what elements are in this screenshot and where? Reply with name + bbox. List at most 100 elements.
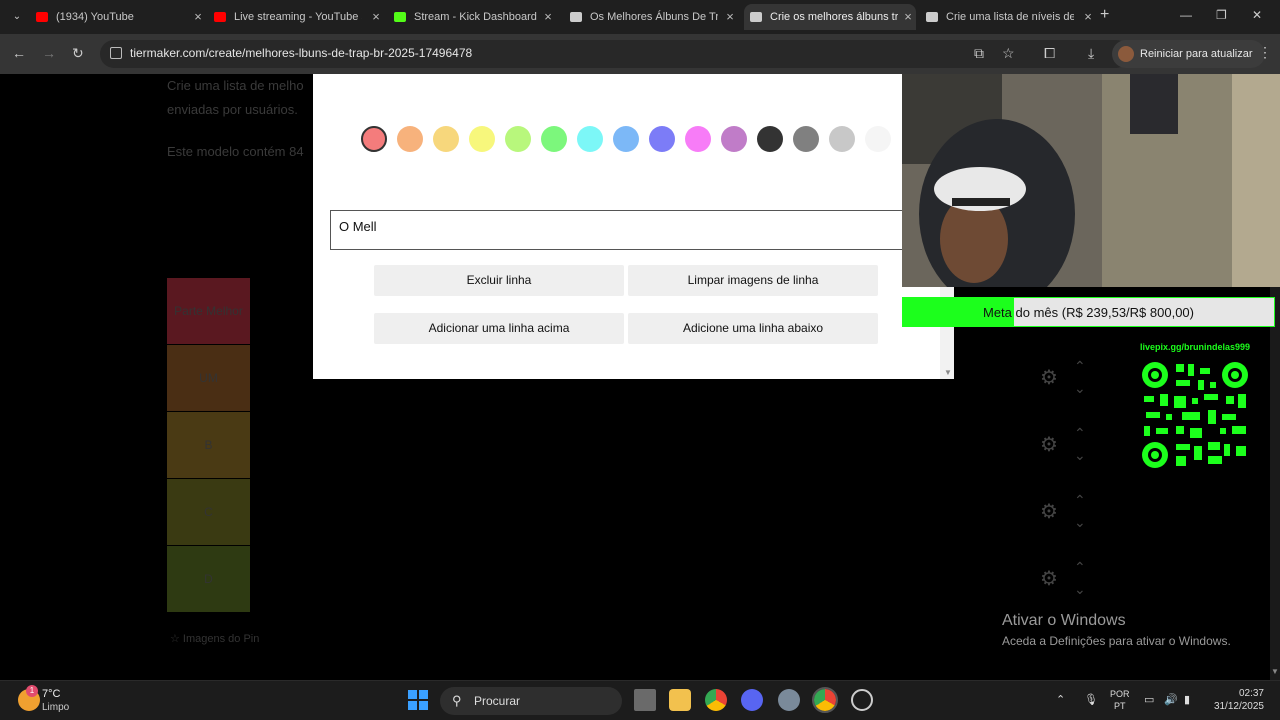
color-swatch[interactable] [577,126,603,152]
color-swatch[interactable] [685,126,711,152]
taskbar-search[interactable]: ⚲ Procurar [440,687,622,715]
tab-crie-lista-niveis[interactable]: Crie uma lista de níveis de × [926,4,1096,30]
extensions-icon[interactable]: ⧠ [1044,45,1055,62]
move-down-icon[interactable]: ⌄ [1074,380,1086,397]
row-label-input[interactable]: O Mell [330,210,910,250]
close-tab-icon[interactable]: × [540,4,556,30]
tier-label-5[interactable]: D [167,546,250,612]
weather-temperature[interactable]: 7°C [42,688,60,700]
color-swatch[interactable] [613,126,639,152]
close-tab-icon[interactable]: × [368,4,384,30]
volume-icon[interactable]: 🔊 [1164,693,1178,706]
chrome-icon[interactable] [705,689,727,711]
tab-kick-dashboard[interactable]: Stream - Kick Dashboard × [394,4,556,30]
discord-icon[interactable] [741,689,763,711]
tab-title: Os Melhores Álbuns De Tra [590,11,718,24]
donation-qr-code [1142,362,1248,468]
color-swatch[interactable] [541,126,567,152]
color-swatch[interactable] [361,126,387,152]
move-up-icon[interactable]: ⌃ [1074,358,1086,375]
move-up-icon[interactable]: ⌃ [1074,492,1086,509]
tier-settings-gear-icon[interactable]: ⚙ [1037,433,1061,457]
close-tab-icon[interactable]: × [1080,4,1096,30]
tier-label-4[interactable]: C [167,479,250,545]
tier-settings-gear-icon[interactable]: ⚙ [1037,366,1061,390]
close-window-icon[interactable]: ✕ [1252,8,1262,22]
system-clock[interactable]: 02:37 31/12/2025 [1200,687,1264,713]
close-tab-icon[interactable]: × [900,4,916,30]
tier-settings-gear-icon[interactable]: ⚙ [1037,567,1061,591]
color-swatch[interactable] [505,126,531,152]
download-icon[interactable]: ⤓ [1088,45,1094,62]
color-swatch[interactable] [649,126,675,152]
tier-label-3[interactable]: B [167,412,250,478]
windows-activation-subtitle: Aceda a Definições para ativar o Windows… [1002,634,1231,648]
tab-title: Crie uma lista de níveis de [946,11,1074,24]
tiermaker-favicon-icon [570,12,582,23]
openai-icon[interactable] [851,689,873,711]
move-down-icon[interactable]: ⌄ [1074,447,1086,464]
battery-icon[interactable]: ▮ [1184,693,1190,706]
file-explorer-icon[interactable] [669,689,691,711]
more-menu-icon[interactable]: ⋮ [1258,44,1272,61]
start-menu-icon[interactable] [408,690,428,710]
chrome-active-icon[interactable] [812,687,838,713]
forward-icon[interactable]: → [42,45,56,61]
add-row-below-button[interactable]: Adicione uma linha abaixo [628,313,878,344]
settings-gear-icon[interactable] [778,689,800,711]
site-info-icon[interactable] [110,47,122,59]
template-info: Este modelo contém 84 [167,144,304,159]
address-toolbar: ← → ↻ tiermaker.com/create/melhores-lbun… [0,34,1280,74]
move-down-icon[interactable]: ⌄ [1074,581,1086,598]
add-row-above-button[interactable]: Adicionar uma linha acima [374,313,624,344]
color-swatch[interactable] [469,126,495,152]
new-tab-icon[interactable]: + [1100,6,1109,24]
minimize-icon[interactable]: — [1180,8,1192,22]
tab-youtube[interactable]: (1934) YouTube × [36,4,206,30]
task-view-icon[interactable] [634,689,656,711]
scroll-down-icon[interactable]: ▼ [944,368,952,377]
tiermaker-favicon-icon [750,12,762,23]
windows-taskbar: 1 7°C Limpo ⚲ Procurar ⌃ 🎙 POR PT ▭ 🔊 ▮ … [0,680,1280,720]
monthly-goal-bar: Meta do mês (R$ 239,53/R$ 800,00) [902,297,1275,327]
color-swatch[interactable] [829,126,855,152]
color-swatch[interactable] [865,126,891,152]
maximize-icon[interactable]: ❐ [1216,8,1227,22]
network-icon[interactable]: ▭ [1144,693,1154,706]
color-swatch[interactable] [397,126,423,152]
tab-title: Stream - Kick Dashboard [414,11,537,24]
reload-icon[interactable]: ↻ [72,45,84,62]
tab-crie-melhores-albuns[interactable]: Crie os melhores álbuns tr × [744,4,916,30]
show-hidden-icons-chevron[interactable]: ⌃ [1056,693,1065,706]
restart-to-update-button[interactable]: Reiniciar para atualizar [1112,40,1265,68]
youtube-favicon-icon [214,12,226,23]
microphone-icon[interactable]: 🎙 [1084,693,1098,706]
back-icon[interactable]: ← [12,45,26,61]
tier-label-2[interactable]: UM [167,345,250,411]
tier-settings-gear-icon[interactable]: ⚙ [1037,500,1061,524]
input-language[interactable]: POR PT [1110,688,1130,712]
color-swatch[interactable] [757,126,783,152]
scroll-down-icon[interactable]: ▼ [1271,667,1279,676]
weather-description[interactable]: Limpo [42,702,69,713]
color-swatch[interactable] [721,126,747,152]
close-tab-icon[interactable]: × [722,4,738,30]
color-swatch[interactable] [433,126,459,152]
move-down-icon[interactable]: ⌄ [1074,514,1086,531]
bookmark-star-icon[interactable]: ☆ [1002,45,1015,62]
tab-live-streaming[interactable]: Live streaming - YouTube S × [214,4,384,30]
clock-time: 02:37 [1238,688,1264,699]
tier-label-1[interactable]: Parte Melhor [167,278,250,344]
clear-row-images-button[interactable]: Limpar imagens de linha [628,265,878,296]
translate-icon[interactable]: ⧉ [974,45,984,62]
search-label: Procurar [474,694,521,708]
close-tab-icon[interactable]: × [190,4,206,30]
tab-title: Live streaming - YouTube S [234,11,362,24]
tab-melhores-albuns[interactable]: Os Melhores Álbuns De Tra × [570,4,738,30]
url-text[interactable]: tiermaker.com/create/melhores-lbuns-de-t… [130,46,472,60]
move-up-icon[interactable]: ⌃ [1074,425,1086,442]
color-swatch[interactable] [793,126,819,152]
tab-search-chevron-icon[interactable]: ⌄ [8,8,26,26]
move-up-icon[interactable]: ⌃ [1074,559,1086,576]
delete-row-button[interactable]: Excluir linha [374,265,624,296]
